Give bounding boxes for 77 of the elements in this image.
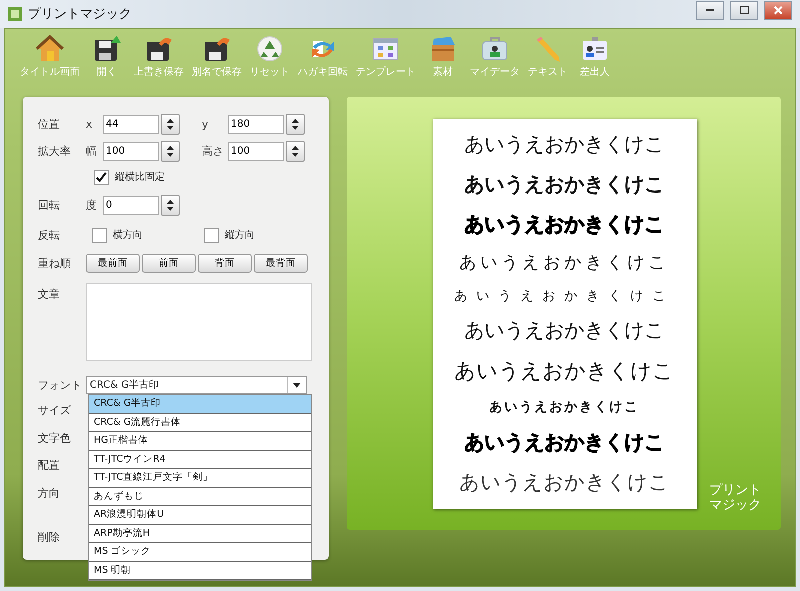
maximize-button[interactable] (730, 0, 758, 20)
field-label: 方向 (38, 486, 61, 501)
field-label: 配置 (38, 458, 61, 474)
app-icon (8, 7, 22, 21)
field-label: 位置 (38, 117, 61, 132)
number-field[interactable]: 180 (228, 115, 284, 134)
window-title: プリントマジック (28, 6, 132, 23)
box-icon (429, 35, 457, 63)
field-label: 文章 (38, 287, 61, 302)
field-label: x (86, 118, 94, 131)
sample-text: あいうえおかきくけこ (464, 317, 665, 344)
spin-arrows[interactable] (161, 114, 180, 135)
sample-text: あいうえおかきくけこ (454, 288, 675, 305)
minimize-icon (706, 9, 714, 11)
font-option[interactable]: CRC& G流麗行書体 (89, 414, 311, 432)
sample-text: あいうえおかきくけこ (460, 468, 670, 496)
sample-text: あいうえおかきくけこ (464, 210, 665, 238)
spin-arrows[interactable] (286, 141, 305, 162)
id-card-icon (581, 35, 609, 63)
checkbox[interactable] (94, 170, 109, 184)
checkbox-label: 横方向 (113, 228, 143, 242)
number-field[interactable]: 0 (103, 196, 159, 214)
floppy-disk-icon (145, 35, 173, 63)
number-field[interactable]: 100 (103, 142, 159, 161)
field-label: サイズ (38, 403, 72, 418)
field-label: 高さ (202, 144, 225, 159)
floppy-disk-icon (93, 35, 121, 63)
pencil-icon (534, 35, 562, 63)
floppy-disk-icon (203, 35, 231, 63)
field-label: 拡大率 (38, 144, 72, 159)
number-field[interactable]: 100 (228, 142, 284, 161)
font-option[interactable]: HG正楷書体 (89, 432, 311, 450)
font-option[interactable]: あんずもじ (89, 488, 311, 506)
spin-arrows[interactable] (161, 194, 180, 216)
caret-icon (293, 382, 301, 388)
sample-text: あいうえおかきくけこ (490, 399, 640, 416)
font-option[interactable]: AR浪漫明朝体U (89, 506, 311, 524)
field-label: 度 (86, 198, 98, 212)
minimize-button[interactable] (696, 0, 724, 20)
checkbox-label: 縦横比固定 (115, 170, 165, 184)
font-option[interactable]: MS 明朝 (89, 562, 311, 580)
order-button[interactable]: 背面 (198, 254, 252, 272)
spin-arrows[interactable] (286, 114, 305, 135)
field-label: y (202, 118, 210, 131)
house-icon (36, 35, 64, 63)
field-label: 反転 (38, 228, 61, 242)
order-button[interactable]: 最前面 (86, 254, 140, 272)
font-option[interactable]: CRC& G半古印 (89, 395, 311, 414)
spin-arrows[interactable] (161, 141, 180, 162)
order-button[interactable]: 最背面 (254, 254, 308, 272)
checkbox[interactable] (204, 228, 219, 242)
checkbox-label: 縦方向 (225, 228, 255, 242)
field-label: 重ね順 (38, 256, 72, 270)
close-button[interactable] (764, 0, 792, 20)
checkbox[interactable] (92, 228, 107, 242)
sample-text: あいうえおかきくけこ (464, 428, 665, 456)
brand-text: プリント マジック (710, 484, 762, 514)
maximize-icon (740, 6, 748, 14)
number-field[interactable]: 44 (103, 115, 159, 134)
sample-text: あいうえおかきくけこ (464, 171, 665, 198)
field-label: フォント (38, 378, 83, 392)
field-label: 回転 (38, 198, 61, 212)
field-label: 幅 (86, 144, 98, 159)
field-label: 文字色 (38, 430, 72, 446)
sample-text: あいうえおかきくけこ (454, 358, 675, 386)
order-button[interactable]: 前面 (142, 254, 196, 272)
font-option[interactable]: ARP勘亭流H (89, 524, 311, 543)
font-dropdown[interactable]: CRC& G半古印 (86, 376, 307, 394)
close-icon (774, 6, 782, 14)
recycle-icon (256, 35, 284, 63)
briefcase-icon (481, 35, 509, 63)
font-option[interactable]: MS ゴシック (89, 543, 311, 562)
sample-text: あいうえおかきくけこ (460, 252, 670, 274)
sample-text: あいうえおかきくけこ (464, 131, 665, 158)
field-label: 削除 (38, 530, 61, 545)
font-option[interactable]: TT-JTC直線江戸文字「剣」 (89, 469, 311, 488)
font-option[interactable]: TT-JTCウインR4 (89, 450, 311, 469)
